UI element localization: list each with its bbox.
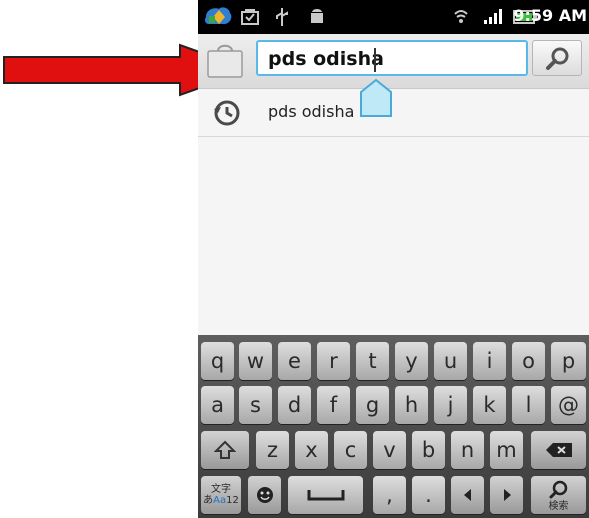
key-h[interactable]: h	[395, 386, 428, 424]
space-icon	[307, 490, 344, 501]
key-u[interactable]: u	[434, 342, 467, 380]
search-key[interactable]: 検索	[531, 476, 586, 514]
key-g[interactable]: g	[356, 386, 389, 424]
wifi-icon	[454, 10, 468, 23]
space-key[interactable]	[288, 476, 363, 514]
cursor-right-key[interactable]	[490, 476, 523, 514]
text-selection-handle[interactable]	[359, 78, 393, 118]
signal-strength-icon	[484, 9, 502, 24]
smiley-icon	[256, 487, 273, 503]
suggestion-label: pds odisha	[268, 102, 355, 121]
key-y[interactable]: y	[395, 342, 428, 380]
key-a[interactable]: a	[201, 386, 234, 424]
key-i[interactable]: i	[473, 342, 506, 380]
backspace-key[interactable]	[531, 431, 586, 469]
key-b[interactable]: b	[412, 431, 445, 469]
search-input[interactable]: pds odisha	[256, 40, 528, 76]
clock: 9:59 AM	[513, 6, 587, 25]
right-arrow-icon	[503, 489, 511, 501]
input-mode-bottom-label: あAa12	[203, 495, 239, 506]
search-button[interactable]	[532, 40, 582, 76]
comma-key[interactable]: ,	[373, 476, 406, 514]
key-t[interactable]: t	[356, 342, 389, 380]
key-m[interactable]: m	[490, 431, 523, 469]
search-header: pds odisha	[198, 34, 589, 89]
key-l[interactable]: l	[512, 386, 545, 424]
left-arrow-icon	[463, 489, 471, 501]
app-notification-icon	[205, 7, 232, 25]
key-e[interactable]: e	[278, 342, 311, 380]
usb-icon	[276, 8, 288, 26]
phone-screen: 9:59 AM pds odisha pds odisha q w e r t …	[198, 0, 589, 518]
bag-notification-icon	[241, 9, 259, 25]
key-d[interactable]: d	[278, 386, 311, 424]
suggestion-item[interactable]: pds odisha	[198, 89, 589, 137]
key-q[interactable]: q	[201, 342, 234, 380]
key-w[interactable]: w	[239, 342, 272, 380]
suggestions-list: pds odisha	[198, 89, 589, 335]
cursor-left-key[interactable]	[451, 476, 484, 514]
search-query-text: pds odisha	[268, 48, 384, 70]
backspace-icon	[545, 443, 572, 457]
input-mode-key[interactable]: 文字 あAa12	[201, 476, 241, 514]
shift-key[interactable]	[201, 431, 249, 469]
key-o[interactable]: o	[512, 342, 545, 380]
search-icon	[546, 47, 569, 70]
key-z[interactable]: z	[256, 431, 289, 469]
key-v[interactable]: v	[373, 431, 406, 469]
key-r[interactable]: r	[317, 342, 350, 380]
key-j[interactable]: j	[434, 386, 467, 424]
shift-icon	[214, 440, 236, 459]
history-icon	[214, 100, 240, 126]
emoji-key[interactable]	[248, 476, 281, 514]
input-mode-top-label: 文字	[211, 484, 231, 495]
search-key-icon	[549, 480, 567, 498]
key-n[interactable]: n	[451, 431, 484, 469]
key-at[interactable]: @	[551, 386, 586, 424]
key-k[interactable]: k	[473, 386, 506, 424]
period-key[interactable]: .	[412, 476, 445, 514]
status-bar: 9:59 AM	[198, 0, 589, 34]
android-debug-icon	[311, 9, 323, 23]
key-c[interactable]: c	[334, 431, 367, 469]
key-f[interactable]: f	[317, 386, 350, 424]
key-x[interactable]: x	[295, 431, 328, 469]
search-key-label: 検索	[548, 500, 569, 512]
key-p[interactable]: p	[551, 342, 586, 380]
market-bag-icon[interactable]	[204, 43, 246, 79]
text-cursor	[374, 48, 376, 72]
soft-keyboard: q w e r t y u i o p a s d f g h j k l @ …	[198, 335, 589, 518]
key-s[interactable]: s	[239, 386, 272, 424]
